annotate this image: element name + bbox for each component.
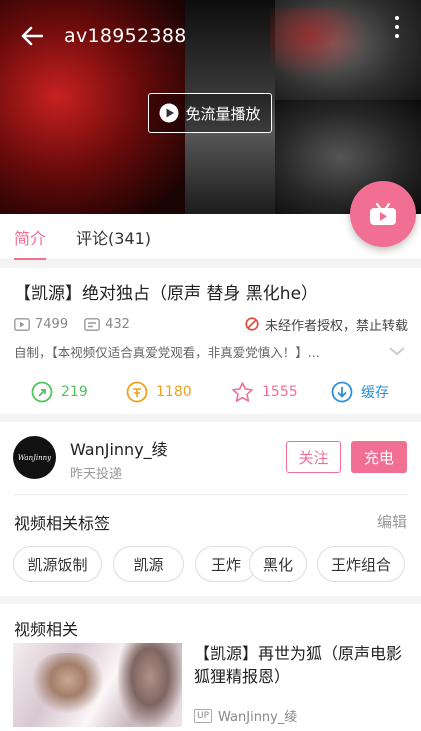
arrow-left-icon <box>21 26 43 46</box>
play-count: 7499 <box>14 317 68 332</box>
top-bar: av18952388 <box>0 10 421 62</box>
danmaku-icon <box>84 317 100 331</box>
play-count-icon <box>14 317 30 331</box>
action-bar: 219 1180 1555 缓存 <box>0 374 421 410</box>
up-badge-icon: UP <box>194 708 213 723</box>
download-icon <box>331 381 353 403</box>
tab-intro[interactable]: 简介 <box>14 214 47 260</box>
tag-chip[interactable]: 王炸组合 <box>317 546 405 582</box>
video-title: 【凯源】绝对独占（原声 替身 黑化he） <box>14 284 319 304</box>
section-gap <box>0 260 421 268</box>
related-video-thumbnail[interactable] <box>13 643 182 727</box>
free-play-button[interactable]: 免流量播放 <box>148 93 272 133</box>
charge-button[interactable]: 充电 <box>351 441 407 473</box>
related-video-title[interactable]: 【凯源】再世为狐（原声电影 狐狸精报恩） <box>194 642 410 688</box>
video-stats: 7499 432 未经作者授权，禁止转载 <box>14 314 408 334</box>
section-gap <box>0 414 421 422</box>
tag-chip[interactable]: 凯源 <box>113 546 184 582</box>
coin-button[interactable]: 1180 <box>126 381 192 403</box>
uploader-avatar[interactable]: WanJinny <box>13 436 56 479</box>
free-play-label: 免流量播放 <box>185 104 261 123</box>
thumb-up-icon <box>31 381 53 403</box>
cache-button[interactable]: 缓存 <box>331 381 389 403</box>
star-icon <box>232 382 253 402</box>
section-gap <box>0 596 421 604</box>
related-heading: 视频相关 <box>14 620 79 639</box>
like-button[interactable]: 219 <box>31 381 88 403</box>
video-id-title: av18952388 <box>64 25 187 47</box>
related-video-uploader: UP WanJinny_绫 <box>194 706 297 725</box>
play-video-fab[interactable] <box>350 181 416 247</box>
uploader-name[interactable]: WanJinny_绫 <box>70 436 168 460</box>
tag-chip[interactable]: 凯源饭制 <box>13 546 102 582</box>
tags-heading: 视频相关标签 <box>14 514 111 533</box>
video-cover[interactable]: av18952388 免流量播放 <box>0 0 421 214</box>
upload-time: 昨天投递 <box>70 467 123 482</box>
more-options-icon[interactable] <box>387 14 407 40</box>
tab-comments[interactable]: 评论(341) <box>76 214 151 260</box>
reprint-notice: 未经作者授权，禁止转载 <box>245 315 408 334</box>
back-button[interactable] <box>0 10 64 62</box>
edit-tags-button[interactable]: 编辑 <box>377 511 407 532</box>
video-detail-page: av18952388 免流量播放 简介 评论(341) 【凯源】绝对独占（原声 … <box>0 0 421 731</box>
video-description: 自制，【本视频仅适合真爱党观看，非真爱党慎入！】... <box>14 345 320 360</box>
danmaku-count: 432 <box>84 317 130 332</box>
tag-chip[interactable]: 黑化 <box>249 546 307 582</box>
play-icon <box>159 103 179 123</box>
avatar-logo-text: WanJinny <box>17 453 52 462</box>
tag-list: 凯源饭制 凯源 王炸 黑化 王炸组合 <box>13 546 413 584</box>
forbidden-icon <box>245 317 259 331</box>
tv-icon <box>370 202 396 225</box>
follow-button[interactable]: 关注 <box>286 441 341 473</box>
tag-chip[interactable]: 王炸 <box>195 546 257 582</box>
expand-description-button[interactable] <box>388 342 406 361</box>
divider <box>14 494 407 495</box>
coin-icon <box>126 381 148 403</box>
favorite-button[interactable]: 1555 <box>231 381 298 403</box>
chevron-down-icon <box>389 347 405 356</box>
